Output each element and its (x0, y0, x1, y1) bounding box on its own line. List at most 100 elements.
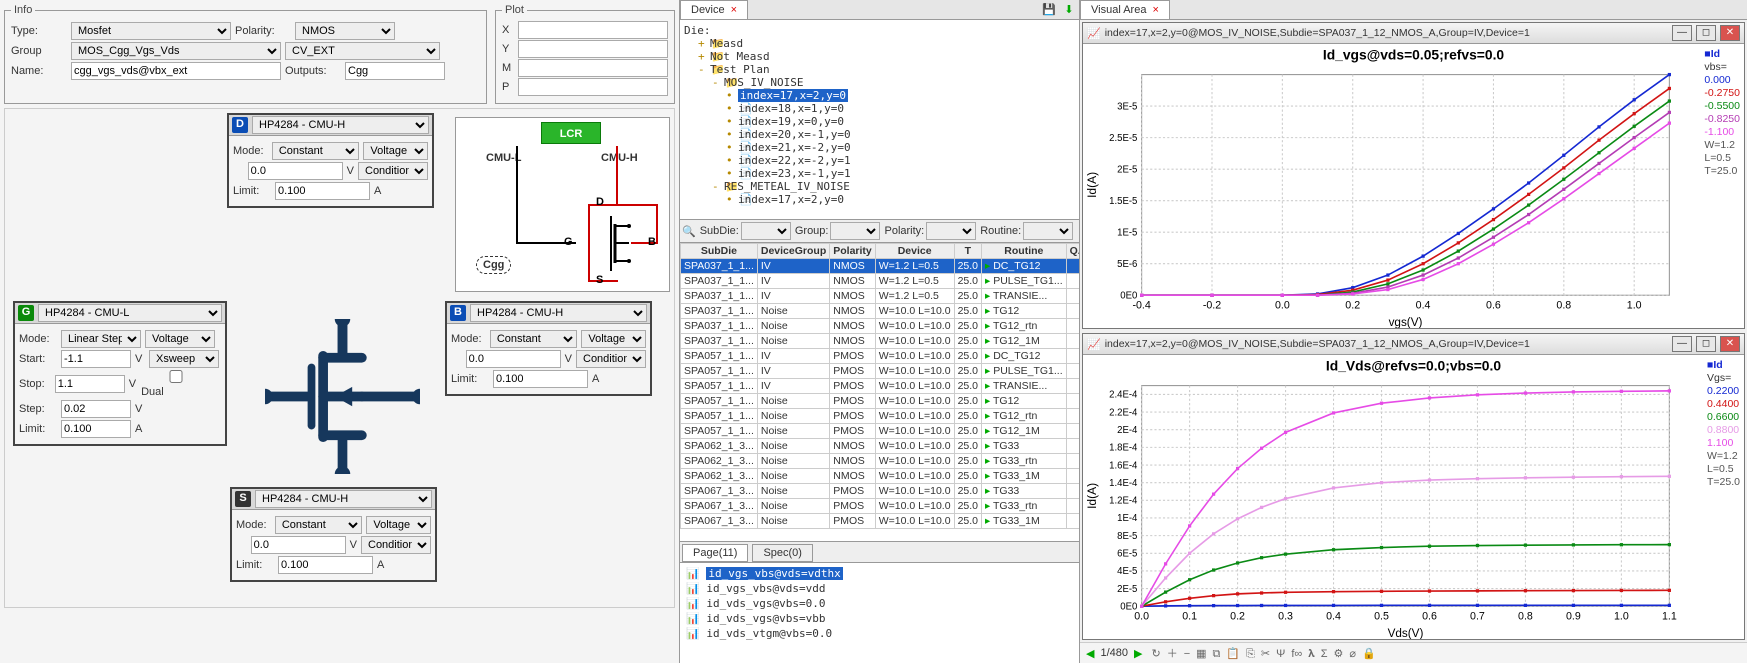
grid-header[interactable]: Device (875, 244, 954, 259)
terminal-d-value[interactable] (248, 162, 343, 180)
toolbar-icon[interactable]: 🔒 (1362, 648, 1376, 660)
table-row[interactable]: SPA037_1_1...NoiseNMOSW=10.0 L=10.025.0▸… (681, 304, 1080, 319)
close-icon[interactable]: × (1152, 4, 1158, 16)
table-row[interactable]: SPA037_1_1...NoiseNMOSW=10.0 L=10.025.0▸… (681, 334, 1080, 349)
tree-node[interactable]: + 📁 Not Measd (684, 50, 1075, 63)
close-icon[interactable]: × (731, 4, 737, 16)
polarity-select[interactable]: NMOS (295, 22, 395, 40)
page-item[interactable]: 📊 id_vds_vtgm@vbs=0.0 (686, 626, 1073, 641)
terminal-b-value[interactable] (466, 350, 561, 368)
table-row[interactable]: SPA062_1_3...NoiseNMOSW=10.0 L=10.025.0▸… (681, 439, 1080, 454)
minimize-button[interactable]: — (1672, 25, 1692, 41)
device-grid[interactable]: SubDieDeviceGroupPolarityDeviceTRoutineQ… (680, 243, 1079, 541)
terminal-d-condition[interactable]: Condition (358, 162, 428, 180)
table-row[interactable]: SPA057_1_1...NoisePMOSW=10.0 L=10.025.0▸… (681, 424, 1080, 439)
toolbar-icon[interactable]: ⚙ (1334, 648, 1344, 660)
pager-prev[interactable]: ◀ (1086, 647, 1094, 660)
grid-header[interactable]: SubDie (681, 244, 758, 259)
page-item[interactable]: 📊 id_vds_vgs@vbs=vbb (686, 611, 1073, 626)
terminal-s-condition[interactable]: Condition (361, 536, 431, 554)
group-select[interactable]: MOS_Cgg_Vgs_Vds (71, 42, 281, 60)
toolbar-icon[interactable]: ⎘ (1246, 648, 1255, 660)
table-row[interactable]: SPA037_1_1...IVNMOSW=1.2 L=0.525.0▸ PULS… (681, 274, 1080, 289)
terminal-s-instrument[interactable]: HP4284 - CMU-H (255, 490, 432, 508)
terminal-g-vtype[interactable]: Voltage (145, 330, 215, 348)
table-row[interactable]: SPA057_1_1...NoisePMOSW=10.0 L=10.025.0▸… (681, 409, 1080, 424)
tree-node[interactable]: + 📁 Measd (684, 37, 1075, 50)
toolbar-icon[interactable]: ⧉ (1213, 648, 1221, 660)
tree-node[interactable]: • 📄 index=22,x=-2,y=1 (684, 154, 1075, 167)
toolbar-icon[interactable]: − (1184, 648, 1190, 660)
close-button[interactable]: ✕ (1720, 25, 1740, 41)
toolbar-icon[interactable]: Ψ (1276, 648, 1285, 660)
table-row[interactable]: SPA067_1_3...NoisePMOSW=10.0 L=10.025.0▸… (681, 499, 1080, 514)
cv-select[interactable]: CV_EXT (285, 42, 440, 60)
grid-header[interactable]: Routine (982, 244, 1067, 259)
page-item[interactable]: 📊 id_vgs_vbs@vds=vdd (686, 581, 1073, 596)
tab-spec[interactable]: Spec(0) (752, 544, 813, 562)
toolbar-icon[interactable]: ▦ (1196, 648, 1206, 660)
tab-device[interactable]: Device× (680, 0, 748, 19)
table-row[interactable]: SPA037_1_1...NoiseNMOSW=10.0 L=10.025.0▸… (681, 319, 1080, 334)
table-row[interactable]: SPA057_1_1...IVPMOSW=10.0 L=10.025.0▸ PU… (681, 364, 1080, 379)
filter-subdie[interactable] (741, 222, 791, 240)
table-row[interactable]: SPA067_1_3...NoisePMOSW=10.0 L=10.025.0▸… (681, 514, 1080, 529)
table-row[interactable]: SPA062_1_3...NoiseNMOSW=10.0 L=10.025.0▸… (681, 454, 1080, 469)
tree-node[interactable]: • 📄 index=17,x=2,y=0 (684, 193, 1075, 206)
terminal-d-mode[interactable]: Constant (272, 142, 360, 160)
maximize-button[interactable]: ◻ (1696, 25, 1716, 41)
outputs-input[interactable] (345, 62, 445, 80)
terminal-b-mode[interactable]: Constant (490, 330, 578, 348)
terminal-g-dual[interactable]: Dual (141, 370, 221, 398)
table-row[interactable]: SPA057_1_1...IVPMOSW=10.0 L=10.025.0▸ TR… (681, 379, 1080, 394)
toolbar-icon[interactable]: ↻ (1151, 648, 1160, 660)
tab-visual-area[interactable]: Visual Area× (1080, 0, 1170, 19)
toolbar-icon[interactable]: f∞ (1291, 648, 1302, 660)
plot-p-input[interactable] (518, 78, 668, 96)
grid-header[interactable]: T (954, 244, 981, 259)
page-item[interactable]: 📊 id_vgs_vbs@vds=vdthx (686, 566, 1073, 581)
toolbar-icon[interactable]: 📋 (1226, 648, 1240, 660)
table-row[interactable]: SPA062_1_3...NoiseNMOSW=10.0 L=10.025.0▸… (681, 469, 1080, 484)
terminal-d-vtype[interactable]: Voltage (363, 142, 428, 160)
tree-node[interactable]: • 📄 index=18,x=1,y=0 (684, 102, 1075, 115)
table-row[interactable]: SPA037_1_1...IVNMOSW=1.2 L=0.525.0▸ DC_T… (681, 259, 1080, 274)
toolbar-icon[interactable]: ＋ (1167, 648, 1178, 660)
filter-group[interactable] (830, 222, 880, 240)
terminal-b-vtype[interactable]: Voltage (581, 330, 646, 348)
tree-node[interactable]: • 📄 index=17,x=2,y=0 (684, 89, 1075, 102)
filter-routine[interactable] (1023, 222, 1073, 240)
tree-node[interactable]: • 📄 index=19,x=0,y=0 (684, 115, 1075, 128)
table-row[interactable]: SPA067_1_3...NoisePMOSW=10.0 L=10.025.0▸… (681, 484, 1080, 499)
pages-list[interactable]: 📊 id_vgs_vbs@vds=vdthx📊 id_vgs_vbs@vds=v… (680, 563, 1079, 663)
run-icon[interactable]: ⬇ (1060, 3, 1078, 16)
tree-node[interactable]: • 📄 index=20,x=-1,y=0 (684, 128, 1075, 141)
terminal-g-mode[interactable]: Linear Step (61, 330, 141, 348)
terminal-b-limit[interactable] (493, 370, 588, 388)
plot-y-input[interactable] (518, 40, 668, 58)
table-row[interactable]: SPA057_1_1...IVPMOSW=10.0 L=10.025.0▸ DC… (681, 349, 1080, 364)
terminal-g-step[interactable] (61, 400, 131, 418)
terminal-g-stop[interactable] (55, 375, 125, 393)
plot-m-input[interactable] (518, 59, 668, 77)
grid-header[interactable]: QA (1066, 244, 1079, 259)
tab-page[interactable]: Page(11) (682, 544, 748, 562)
terminal-d-limit[interactable] (275, 182, 370, 200)
plot-x-input[interactable] (518, 21, 668, 39)
minimize-button[interactable]: — (1672, 336, 1692, 352)
name-input[interactable] (71, 62, 281, 80)
maximize-button[interactable]: ◻ (1696, 336, 1716, 352)
terminal-g-instrument[interactable]: HP4284 - CMU-L (38, 304, 222, 322)
terminal-b-condition[interactable]: Condition (576, 350, 646, 368)
chart-2-plot[interactable]: 0.00.10.20.30.40.50.60.70.80.91.01.10E02… (1083, 355, 1744, 639)
terminal-s-mode[interactable]: Constant (275, 516, 363, 534)
type-select[interactable]: Mosfet (71, 22, 231, 40)
toolbar-icon[interactable]: Σ (1321, 648, 1328, 660)
terminal-s-vtype[interactable]: Voltage (366, 516, 431, 534)
tree-node[interactable]: • 📄 index=21,x=-2,y=0 (684, 141, 1075, 154)
terminal-b-instrument[interactable]: HP4284 - CMU-H (470, 304, 647, 322)
filter-icon[interactable]: 🔍 (682, 225, 696, 238)
grid-header[interactable]: DeviceGroup (757, 244, 829, 259)
terminal-s-limit[interactable] (278, 556, 373, 574)
terminal-s-value[interactable] (251, 536, 346, 554)
